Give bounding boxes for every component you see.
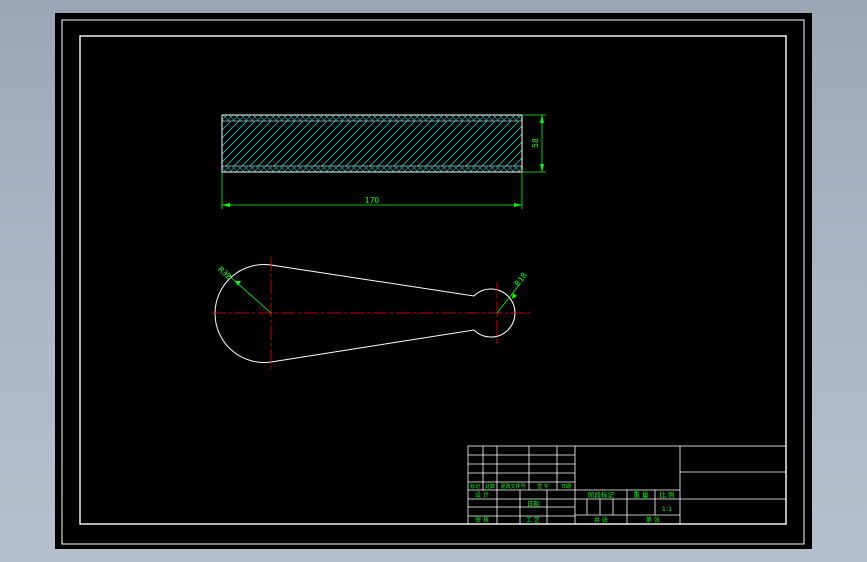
tb-label-date: 日期 <box>561 484 571 490</box>
plate-edge-band-top <box>222 115 522 121</box>
tb-label-scale: 比 例 <box>659 490 674 499</box>
tb-label-sheets: 共 张 <box>594 516 608 524</box>
model-space-background <box>55 13 812 549</box>
plate-edge-band-bottom <box>222 166 522 172</box>
tb-scale-value: 1:1 <box>662 505 672 513</box>
tb-label-change-doc: 更改文件号 <box>500 483 525 490</box>
thickness-dimension-text: 58 <box>531 138 540 148</box>
tb-label-sheet: 第 张 <box>646 516 660 524</box>
plate-section-hatch <box>222 121 522 166</box>
cad-drawing-canvas: 170 58 R32 R18 标记 处数 更改文件号 签 字 日期 设 计 审 … <box>55 13 812 549</box>
tb-label-signature: 签 字 <box>537 483 549 490</box>
tb-label-process: 工 艺 <box>526 516 540 524</box>
tb-label-date-2: 日期 <box>527 500 539 508</box>
tb-label-count: 处数 <box>485 483 495 490</box>
tb-label-stage: 阶段标记 <box>588 490 615 499</box>
tb-label-mark: 标记 <box>470 483 480 490</box>
tb-label-design: 设 计 <box>475 491 489 499</box>
tb-label-review: 审 核 <box>475 516 489 524</box>
tb-label-weight: 重 量 <box>633 491 649 499</box>
length-dimension-text: 170 <box>365 196 380 205</box>
